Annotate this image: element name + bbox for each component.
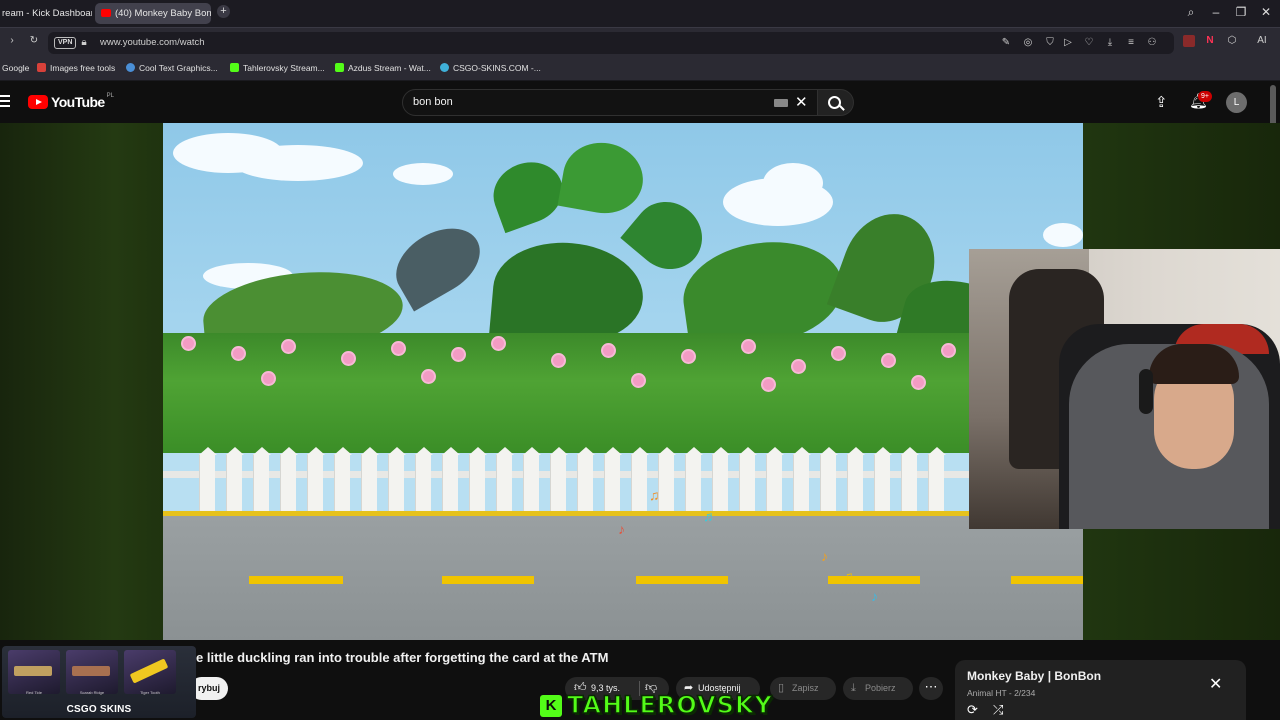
tab-kick-dashboard[interactable]: ream - Kick Dashboard	[0, 3, 92, 24]
skin-name: Tiger Tooth	[140, 690, 160, 695]
streamer-name: TAHLEROVSKY	[566, 690, 773, 720]
search-input[interactable]	[413, 90, 753, 115]
download-icon[interactable]: ⤓	[1104, 37, 1116, 49]
youtube-wordmark: YouTube	[51, 94, 105, 110]
video-player[interactable]: ♫ ♬ ♪ ♪ ♫ ♪	[163, 123, 1083, 640]
youtube-favicon-icon	[101, 9, 111, 17]
heart-icon[interactable]: ♡	[1083, 37, 1095, 49]
avatar[interactable]: L	[1226, 92, 1247, 113]
youtube-header: YouTube PL ✕ ⇪ 🔔︎ L	[0, 81, 1280, 123]
search-box[interactable]: ✕	[402, 89, 818, 116]
region-code: PL	[106, 93, 114, 99]
bookmark-cool-text[interactable]: Cool Text Graphics...	[126, 57, 218, 79]
account-icon[interactable]: ⚇	[1146, 37, 1158, 49]
csgo-skins-overlay: Red Tide Scarab Ridge Tiger Tooth CSGO S…	[2, 646, 196, 718]
new-tab-button[interactable]: +	[217, 5, 230, 18]
forward-icon[interactable]: ›	[6, 35, 18, 47]
playlist-subtitle[interactable]: Animal HT - 2/234	[967, 688, 1035, 698]
browser-tab-strip: ream - Kick Dashboard (40) Monkey Baby B…	[0, 0, 1280, 27]
vpn-badge[interactable]: VPN	[54, 37, 77, 49]
bookmark-favicon-icon	[126, 63, 135, 72]
kick-favicon-icon	[230, 63, 239, 72]
download-arrow-icon: ⤓	[851, 682, 856, 694]
playlist-title[interactable]: Monkey Baby | BonBon	[967, 669, 1101, 683]
keyboard-icon[interactable]	[774, 99, 788, 107]
minimize-icon[interactable]: –	[1208, 5, 1224, 19]
bookmark-label: Images free tools	[50, 63, 116, 73]
youtube-logo[interactable]: YouTube PL	[28, 93, 114, 110]
browser-toolbar: › ↻ VPN 🔒︎ www.youtube.com/watch ✎ ◎ ⛉ ▷…	[0, 27, 1280, 57]
playlist-panel: Monkey Baby | BonBon Animal HT - 2/234 ✕…	[955, 660, 1246, 720]
tab-label: ream - Kick Dashboard	[2, 8, 92, 19]
camera-icon[interactable]: ◎	[1022, 37, 1034, 49]
bookmark-icon: ▯	[778, 682, 785, 694]
bookmark-favicon-icon	[37, 63, 46, 72]
restore-icon[interactable]: ❐	[1233, 5, 1249, 19]
bookmark-label: CSGO-SKINS.COM -...	[453, 63, 541, 73]
tab-label: (40) Monkey Baby Bon B...	[115, 8, 211, 19]
bookmark-label: Cool Text Graphics...	[139, 63, 218, 73]
menu-icon[interactable]: ≡	[1125, 37, 1137, 49]
tab-youtube[interactable]: (40) Monkey Baby Bon B...	[95, 3, 211, 24]
close-window-icon[interactable]: ✕	[1258, 5, 1274, 19]
tab-search-icon[interactable]: ⌕	[1183, 5, 1199, 20]
notifications-badge: 9+	[1198, 91, 1212, 102]
bookmark-favicon-icon	[440, 63, 449, 72]
bookmark-azdus-stream[interactable]: Azdus Stream - Wat...	[335, 57, 431, 79]
clear-search-icon[interactable]: ✕	[795, 93, 808, 111]
ai-button[interactable]: AI	[1248, 35, 1276, 47]
kick-logo-icon: K	[540, 695, 562, 717]
skin-name: Red Tide	[25, 690, 42, 695]
save-label: Zapisz	[792, 683, 819, 693]
bookmark-label: Azdus Stream - Wat...	[348, 63, 431, 73]
edit-icon[interactable]: ✎	[1000, 37, 1012, 49]
download-label: Pobierz	[865, 683, 896, 693]
csgo-skins-label: CSGO SKINS	[66, 704, 132, 715]
bookmark-csgo-skins[interactable]: CSGO-SKINS.COM -...	[440, 57, 541, 79]
youtube-play-icon	[28, 95, 48, 109]
upload-icon[interactable]: ⇪	[1155, 93, 1168, 111]
lock-icon[interactable]: 🔒︎	[78, 37, 90, 49]
extension-icon[interactable]	[1183, 35, 1195, 47]
address-bar[interactable]: VPN 🔒︎ www.youtube.com/watch ✎ ◎ ⛉ ▷ ♡ ⤓…	[48, 32, 1174, 54]
ambient-backdrop-left	[0, 123, 163, 640]
bookmark-label: Tahlerovsky Stream...	[243, 63, 325, 73]
play-icon[interactable]: ▷	[1062, 37, 1074, 49]
streamer-webcam	[969, 249, 1280, 529]
bookmark-tahlerovsky-stream[interactable]: Tahlerovsky Stream...	[230, 57, 325, 79]
bookmark-google[interactable]: Google	[2, 57, 29, 79]
loop-icon[interactable]: ⟳	[967, 702, 978, 718]
url-text[interactable]: www.youtube.com/watch	[100, 32, 205, 54]
more-actions-button[interactable]: ⋯	[919, 677, 943, 700]
extension-cube-icon[interactable]: ⬡	[1226, 35, 1238, 47]
video-title: e little duckling ran into trouble after…	[196, 650, 609, 665]
ai-label: AI	[1257, 35, 1267, 46]
skin-name: Scarab Ridge	[79, 690, 105, 695]
reload-icon[interactable]: ↻	[28, 35, 40, 47]
shuffle-icon[interactable]: ⤮	[993, 702, 1003, 718]
download-button[interactable]: ⤓ Pobierz	[843, 677, 913, 700]
kick-favicon-icon	[335, 63, 344, 72]
search-button[interactable]	[818, 89, 854, 116]
bookmark-label: Google	[2, 63, 30, 73]
shield-icon[interactable]: ⛉	[1044, 37, 1056, 49]
close-icon[interactable]: ✕	[1209, 674, 1222, 694]
bookmarks-bar: Google Images free tools Cool Text Graph…	[0, 57, 1280, 81]
hamburger-menu-icon[interactable]	[0, 95, 10, 107]
save-button[interactable]: ▯ Zapisz	[770, 677, 836, 700]
bookmark-images-free-tools[interactable]: Images free tools	[37, 57, 115, 79]
extension-n-icon[interactable]: N	[1204, 35, 1216, 47]
